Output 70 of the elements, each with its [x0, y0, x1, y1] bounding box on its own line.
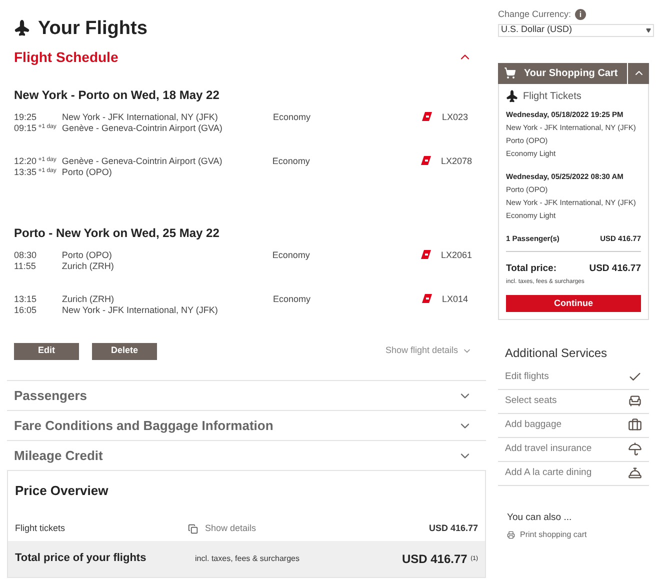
tax-note: incl. taxes, fees & surcharges [195, 552, 300, 564]
airline-logo-icon [420, 156, 431, 165]
cabin-class: Economy [273, 112, 312, 124]
windows-icon [188, 524, 198, 534]
total-price: USD 416.77 $^{(1)}$ [402, 550, 478, 568]
flight-number: LX023 [442, 112, 468, 123]
accordion-header[interactable]: Fare Conditions and Baggage Information [7, 411, 486, 441]
departure-airport: Genève - Geneva-Cointrin Airport (GVA) [62, 156, 224, 167]
show-details-link[interactable]: Show flight details [385, 344, 472, 358]
page-title: Your Flights [38, 16, 148, 41]
suitcase-icon [628, 418, 642, 432]
cabin-class: Economy [272, 250, 311, 262]
info-icon[interactable]: i [575, 9, 586, 20]
row-label: Flight tickets [15, 522, 66, 535]
arrival-time: 13:35 $^{+1 day}$ [14, 167, 58, 178]
service-item[interactable]: Add travel insurance [498, 438, 649, 462]
services-title: Additional Services [504, 344, 608, 362]
cart-section-title: Flight Tickets [523, 90, 582, 103]
currency-dropdown[interactable]: U.S. Dollar (USD) [498, 24, 654, 36]
cart-icon [504, 67, 516, 79]
panel-title: Price Overview [14, 482, 110, 500]
flight-number: LX2061 [440, 250, 472, 261]
print-link[interactable]: Print shopping cart [498, 528, 656, 541]
departure-time: 08:30 [14, 250, 38, 261]
arrival-airport: Genève - Geneva-Cointrin Airport (GVA) [62, 123, 224, 134]
journey-title: New York - Porto on Wed, 18 May 22 [14, 87, 220, 104]
arrival-airport: Zurich (ZRH) [62, 261, 115, 272]
dropdown-arrow-icon [646, 28, 651, 32]
continue-button[interactable]: Continue [506, 294, 641, 312]
departure-time: 19:25 [14, 112, 38, 123]
accordion-header[interactable]: Mileage Credit [7, 441, 486, 471]
arrival-time: 09:15 $^{+1 day}$ [14, 123, 58, 134]
flight-number: LX014 [442, 294, 468, 305]
printer-icon [507, 530, 515, 539]
service-item[interactable]: Edit flights [498, 366, 649, 390]
total-price: USD 416.77 [589, 262, 641, 274]
umbrella-icon [628, 442, 642, 456]
service-item[interactable]: Add baggage [498, 414, 649, 438]
edit-button[interactable]: Edit [14, 342, 79, 360]
cabin-class: Economy [273, 294, 312, 306]
airline-logo-icon [420, 250, 431, 259]
arrival-airport: New York - JFK International, NY (JFK) [62, 305, 219, 316]
service-item[interactable]: Select seats [498, 390, 649, 414]
currency-label: Change Currency: [498, 8, 572, 21]
delete-button[interactable]: Delete [92, 342, 157, 360]
arrival-time: 16:05 [14, 305, 38, 316]
arrival-airport: Porto (OPO) [62, 167, 113, 178]
seat-icon [628, 394, 642, 408]
airline-logo-icon [422, 112, 432, 121]
service-item[interactable]: Add A la carte dining [498, 462, 649, 486]
cart-title: Your Shopping Cart [524, 66, 618, 80]
price: USD 416.77 [428, 522, 478, 535]
cabin-class: Economy [272, 156, 311, 168]
accordion-header[interactable]: Passengers [7, 381, 486, 411]
cloche-icon [628, 466, 642, 480]
departure-airport: Porto (OPO) [62, 250, 113, 261]
journey-title: Porto - New York on Wed, 25 May 22 [14, 225, 220, 242]
section-title: Flight Schedule [14, 48, 118, 67]
also-title: You can also ... [506, 510, 573, 524]
departure-airport: New York - JFK International, NY (JFK) [62, 112, 219, 123]
arrival-time: 11:55 [14, 261, 37, 272]
show-details-link[interactable]: Show details [205, 522, 256, 536]
departure-airport: Zurich (ZRH) [62, 294, 115, 305]
total-label: Total price of your flights [15, 551, 148, 566]
plane-icon [504, 88, 520, 105]
departure-time: 13:15 [14, 294, 38, 305]
total-label: Total price: [506, 262, 556, 274]
airline-logo-icon [422, 294, 432, 303]
flight-number: LX2078 [440, 156, 472, 167]
departure-time: 12:20 $^{+1 day}$ [14, 156, 58, 167]
